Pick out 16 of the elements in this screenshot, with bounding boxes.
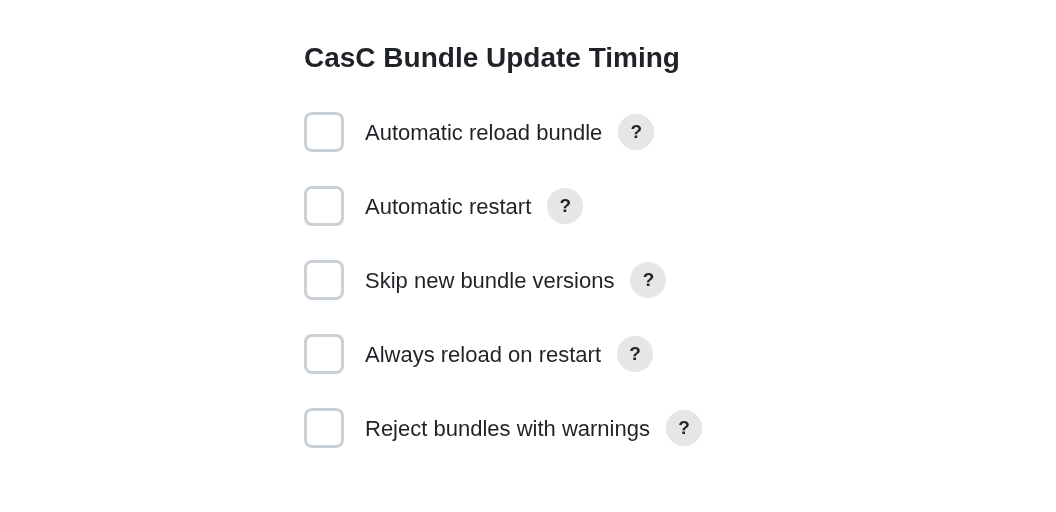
option-label: Automatic restart: [365, 192, 532, 221]
help-button[interactable]: ?: [617, 336, 653, 372]
option-label: Reject bundles with warnings: [365, 414, 650, 443]
option-label: Always reload on restart: [365, 340, 601, 369]
help-button[interactable]: ?: [618, 114, 655, 150]
section-title: CasC Bundle Update Timing: [304, 41, 680, 75]
help-button[interactable]: ?: [630, 262, 667, 298]
option-label: Skip new bundle versions: [365, 266, 615, 295]
help-button[interactable]: ?: [547, 188, 584, 224]
checkbox[interactable]: [304, 260, 344, 300]
help-button[interactable]: ?: [665, 410, 702, 446]
checkbox[interactable]: [304, 334, 344, 374]
checkbox[interactable]: [304, 408, 344, 448]
option-label: Automatic reload bundle: [365, 118, 603, 147]
checkbox[interactable]: [304, 186, 344, 226]
checkbox[interactable]: [304, 112, 344, 152]
